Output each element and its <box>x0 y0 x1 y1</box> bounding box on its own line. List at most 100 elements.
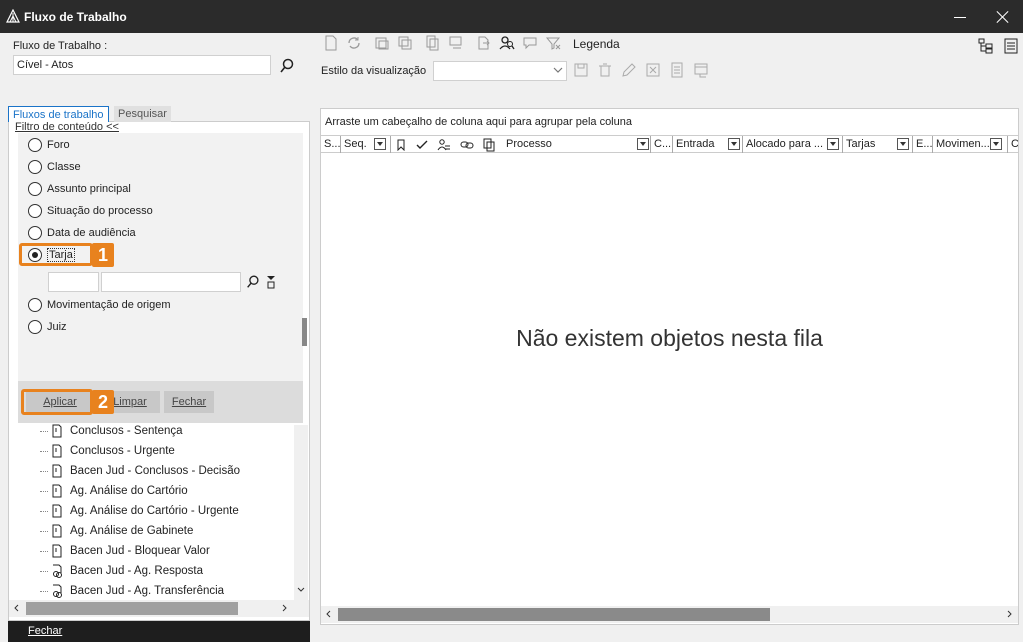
search-icon[interactable] <box>245 274 261 290</box>
column-filter-dropdown[interactable] <box>990 138 1002 150</box>
document-icon <box>52 484 62 498</box>
bookmark-icon[interactable] <box>395 139 407 151</box>
scrollbar-thumb[interactable] <box>26 602 238 615</box>
document-icon <box>52 444 62 458</box>
legend-label[interactable]: Legenda <box>573 37 620 51</box>
clear-filter-icon[interactable] <box>544 34 562 52</box>
column-c2[interactable]: C <box>1008 136 1018 153</box>
tree-view-icon[interactable] <box>977 37 995 55</box>
chevron-right-icon[interactable] <box>1004 609 1014 619</box>
tree-item[interactable]: Conclusos - Urgente <box>40 442 175 460</box>
filter-option-data-audiencia[interactable]: Data de audiência <box>28 224 136 242</box>
view-style-select[interactable] <box>433 61 567 81</box>
tree-horizontal-scrollbar[interactable] <box>9 600 309 617</box>
user-group-icon[interactable] <box>437 138 451 152</box>
dropdown-clear-icon[interactable] <box>264 274 278 290</box>
grid-horizontal-scrollbar[interactable] <box>321 606 1018 623</box>
filter-option-classe[interactable]: Classe <box>28 158 81 176</box>
layout-icon[interactable] <box>692 61 710 79</box>
filter-option-foro[interactable]: Foro <box>28 136 70 154</box>
process-grid <box>320 108 1019 625</box>
radio-button[interactable] <box>28 320 42 334</box>
workflow-label: Fluxo de Trabalho : <box>13 40 108 52</box>
tab-search[interactable]: Pesquisar <box>114 106 171 122</box>
column-filter-dropdown[interactable] <box>728 138 740 150</box>
search-icon[interactable] <box>278 57 296 75</box>
tree-item[interactable]: Conclusos - Sentença <box>40 422 183 440</box>
filter-option-situacao[interactable]: Situação do processo <box>28 202 153 220</box>
tab-workflows[interactable]: Fluxos de trabalho <box>8 106 109 122</box>
column-processo[interactable]: Processo <box>503 136 651 153</box>
document-icon <box>52 544 62 558</box>
document-icon <box>52 464 62 478</box>
panel-settings-icon[interactable] <box>1002 37 1020 55</box>
column-filter-dropdown[interactable] <box>374 138 386 150</box>
tarja-code-input[interactable] <box>48 272 99 292</box>
radio-button[interactable] <box>28 226 42 240</box>
link-icon[interactable] <box>460 139 474 151</box>
tree-item[interactable]: Bacen Jud - Ag. Resposta <box>40 562 203 580</box>
empty-queue-message: Não existem objetos nesta fila <box>516 325 823 351</box>
filter-option-movimentacao[interactable]: Movimentação de origem <box>28 296 171 314</box>
radio-button[interactable] <box>28 204 42 218</box>
document-icon <box>52 424 62 438</box>
chevron-left-icon[interactable] <box>324 609 334 619</box>
column-filter-dropdown[interactable] <box>827 138 839 150</box>
popup-scrollbar-thumb[interactable] <box>302 318 307 346</box>
chevron-down-icon[interactable] <box>551 63 565 77</box>
content-filter-link[interactable]: Filtro de conteúdo << <box>15 121 119 133</box>
filter-option-assunto[interactable]: Assunto principal <box>28 180 131 198</box>
save-icon[interactable] <box>572 61 590 79</box>
footer-close-button[interactable]: Fechar <box>8 621 310 642</box>
tree-item[interactable]: Bacen Jud - Conclusos - Decisão <box>40 462 240 480</box>
column-filter-dropdown[interactable] <box>637 138 649 150</box>
workflow-field[interactable]: Cível - Atos <box>13 55 271 75</box>
documents-icon[interactable] <box>482 138 496 152</box>
tarja-name-input[interactable] <box>101 272 241 292</box>
user-search-icon[interactable] <box>498 34 516 52</box>
chevron-down-icon[interactable] <box>296 585 306 595</box>
document-stack-icon[interactable] <box>424 34 442 52</box>
filter-option-juiz[interactable]: Juiz <box>28 318 67 336</box>
edit-icon[interactable] <box>620 61 638 79</box>
content-filter-popup: Foro Classe Assunto principal Situação d… <box>18 133 307 423</box>
new-document-icon[interactable] <box>322 34 340 52</box>
select-all-icon[interactable] <box>373 34 391 52</box>
radio-button[interactable] <box>28 160 42 174</box>
comment-icon[interactable] <box>521 34 539 52</box>
column-filter-dropdown[interactable] <box>897 138 909 150</box>
tree-item[interactable]: Ag. Análise de Gabinete <box>40 522 193 540</box>
checkmark-icon[interactable] <box>415 139 429 151</box>
radio-button[interactable] <box>28 138 42 152</box>
tree-item[interactable]: Bacen Jud - Ag. Transferência <box>40 582 224 600</box>
chevron-left-icon[interactable] <box>12 603 22 613</box>
tree-vertical-scrollbar[interactable] <box>294 425 308 600</box>
export-icon[interactable] <box>644 61 662 79</box>
tree-item[interactable]: Ag. Análise do Cartório - Urgente <box>40 502 239 520</box>
report-icon[interactable] <box>668 61 686 79</box>
callout-badge-1: 1 <box>92 243 114 267</box>
delete-icon[interactable] <box>596 61 614 79</box>
group-by-hint: Arraste um cabeçalho de coluna aqui para… <box>325 116 632 128</box>
document-move-icon[interactable] <box>447 34 465 52</box>
document-export-icon[interactable] <box>475 34 493 52</box>
title-bar: Fluxo de Trabalho <box>0 0 1023 33</box>
close-window-button[interactable] <box>983 0 1023 33</box>
column-s[interactable]: S... <box>321 136 341 153</box>
minimize-button[interactable] <box>940 0 980 33</box>
document-icon <box>52 524 62 538</box>
close-popup-button[interactable]: Fechar <box>164 391 214 413</box>
refresh-icon[interactable] <box>345 34 363 52</box>
column-e[interactable]: E... <box>913 136 933 153</box>
radio-button[interactable] <box>28 182 42 196</box>
callout-badge-2: 2 <box>92 390 114 414</box>
scrollbar-thumb[interactable] <box>338 608 770 621</box>
chevron-right-icon[interactable] <box>279 603 289 613</box>
column-c[interactable]: C... <box>651 136 673 153</box>
copy-icon[interactable] <box>396 34 414 52</box>
link-document-icon <box>53 564 62 578</box>
radio-button[interactable] <box>28 298 42 312</box>
document-icon <box>52 504 62 518</box>
tree-item[interactable]: Bacen Jud - Bloquear Valor <box>40 542 210 560</box>
tree-item[interactable]: Ag. Análise do Cartório <box>40 482 188 500</box>
